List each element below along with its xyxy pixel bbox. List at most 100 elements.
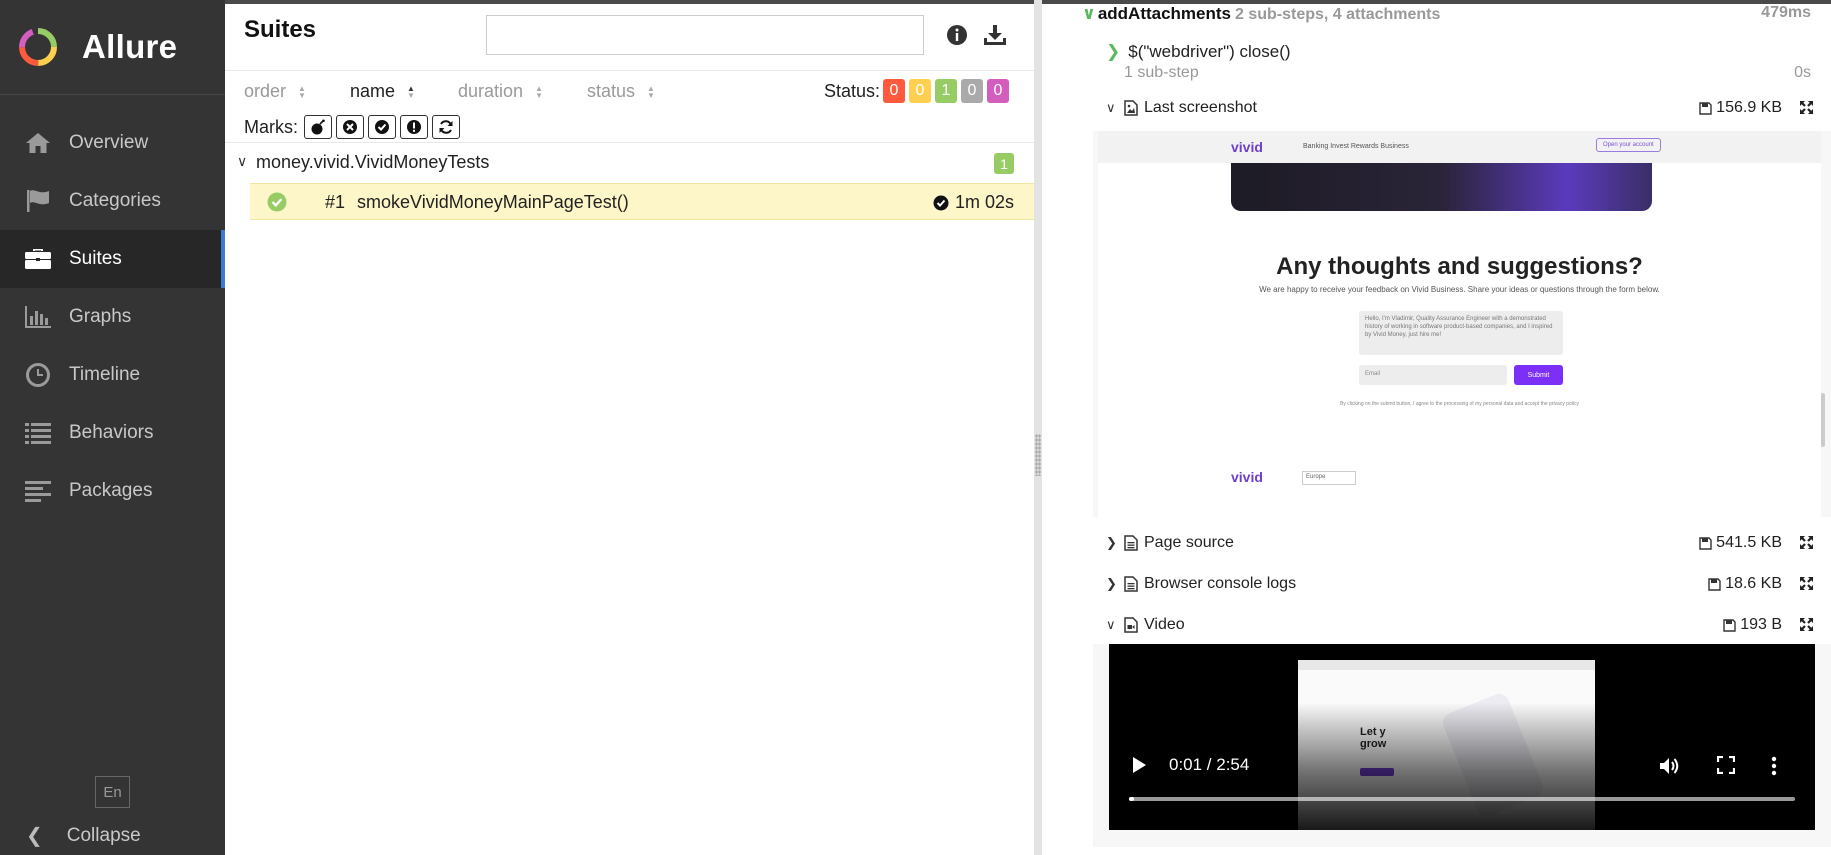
sort-label: duration <box>458 81 524 101</box>
video-file-icon <box>1124 617 1138 633</box>
scrollbar[interactable] <box>1821 393 1825 447</box>
sort-by-name[interactable]: name ▲ ▼ <box>350 81 415 102</box>
sidebar-item-overview[interactable]: Overview <box>0 114 225 172</box>
times-circle-icon <box>343 120 357 134</box>
sort-icon: ▲ ▼ <box>647 83 655 100</box>
duration-value: 1m 02s <box>954 192 1014 212</box>
play-icon[interactable] <box>1131 756 1147 774</box>
sidebar-item-label: Graphs <box>69 306 132 327</box>
expand-icon[interactable] <box>1799 576 1814 596</box>
sort-by-duration[interactable]: duration ▲ ▼ <box>458 81 543 102</box>
substep-name: $("webdriver") close() <box>1128 42 1291 61</box>
attachment-console-logs[interactable]: ❯ Browser console logs 18.6 KB <box>1106 570 1816 598</box>
screenshot-preview[interactable]: vivid Banking Invest Rewards Business Op… <box>1093 131 1831 517</box>
language-button[interactable]: En <box>95 776 130 808</box>
video-progress-bar[interactable] <box>1129 797 1795 801</box>
step-header[interactable]: ∨ addAttachments 2 sub-steps, 4 attachment… <box>1082 4 1440 24</box>
collapse-button[interactable]: ❮ Collapse <box>26 823 141 848</box>
sidebar-nav: Overview Categories Suites Graphs Timeli… <box>0 114 225 520</box>
volume-icon[interactable] <box>1659 756 1681 776</box>
attachment-screenshot[interactable]: ∨ Last screenshot 156.9 KB <box>1106 94 1816 122</box>
sidebar-item-label: Timeline <box>69 364 141 385</box>
substep-time: 0s <box>1794 64 1811 81</box>
status-skipped-badge[interactable]: 0 <box>961 79 983 103</box>
marks-label: Marks: <box>244 116 298 137</box>
search-input[interactable] <box>486 15 924 55</box>
screenshot-heading: Any thoughts and suggestions? <box>1276 253 1643 280</box>
pane-splitter[interactable] <box>1034 0 1042 855</box>
video-progress-fill <box>1129 797 1135 801</box>
more-options-icon[interactable] <box>1771 756 1777 776</box>
flaky-mark-button[interactable] <box>304 115 332 139</box>
step-time: 479ms <box>1761 4 1811 21</box>
sidebar-item-timeline[interactable]: Timeline <box>0 346 225 404</box>
test-name: smokeVividMoneyMainPageTest() <box>357 192 629 212</box>
brand-name: Allure <box>82 28 178 65</box>
home-icon <box>24 129 52 157</box>
sidebar-item-label: Categories <box>69 190 161 211</box>
clock-icon <box>24 361 52 389</box>
attachment-video[interactable]: ∨ Video 193 B <box>1106 611 1816 639</box>
screenshot-submit: Submit <box>1514 365 1563 385</box>
attachment-size: 18.6 KB <box>1708 575 1782 593</box>
attachment-name: Video <box>1144 616 1185 633</box>
screenshot-email: Email <box>1359 365 1507 385</box>
brand[interactable]: Allure <box>0 0 225 95</box>
save-icon <box>1699 536 1712 550</box>
screenshot-image: vivid Banking Invest Rewards Business Op… <box>1098 131 1821 517</box>
new-passed-mark-button[interactable] <box>368 115 396 139</box>
sidebar-item-behaviors[interactable]: Behaviors <box>0 404 225 462</box>
sidebar-item-graphs[interactable]: Graphs <box>0 288 225 346</box>
align-left-icon <box>24 477 52 505</box>
status-failed-badge[interactable]: 0 <box>883 79 905 103</box>
sort-by-status[interactable]: status ▲ ▼ <box>587 81 655 102</box>
fullscreen-icon[interactable] <box>1717 756 1735 774</box>
chevron-down-icon: ∨ <box>1106 100 1116 115</box>
video-time: 0:01 / 2:54 <box>1169 755 1250 774</box>
test-row[interactable]: #1 smokeVividMoneyMainPageTest() 1m 02s <box>250 183 1034 220</box>
exclamation-circle-icon <box>407 120 421 134</box>
step-summary: 2 sub-steps, 4 attachments <box>1235 6 1441 23</box>
briefcase-icon <box>24 245 52 273</box>
list-icon <box>24 419 52 447</box>
text-file-icon <box>1124 576 1138 592</box>
download-icon[interactable] <box>982 22 1008 48</box>
expand-icon[interactable] <box>1799 100 1814 120</box>
info-icon[interactable] <box>944 22 970 48</box>
sidebar-item-label: Behaviors <box>69 422 154 443</box>
attachment-size: 156.9 KB <box>1699 99 1782 117</box>
status-unknown-badge[interactable]: 0 <box>987 79 1009 103</box>
substep-info: 1 sub-step <box>1124 64 1199 81</box>
attachment-page-source[interactable]: ❯ Page source 541.5 KB <box>1106 529 1816 557</box>
screenshot-nav-links: Banking Invest Rewards Business <box>1303 143 1409 150</box>
sidebar-item-packages[interactable]: Packages <box>0 462 225 520</box>
sidebar-item-suites[interactable]: Suites <box>0 230 225 288</box>
new-failed-mark-button[interactable] <box>336 115 364 139</box>
drag-handle-icon[interactable] <box>1035 434 1041 476</box>
attachment-name: Page source <box>1144 534 1234 551</box>
sort-by-order[interactable]: order ▲ ▼ <box>244 81 306 102</box>
status-broken-badge[interactable]: 0 <box>909 79 931 103</box>
sidebar-item-label: Packages <box>69 480 153 501</box>
test-duration: 1m 02s <box>933 192 1014 213</box>
collapse-label: Collapse <box>66 824 141 846</box>
test-number: #1 <box>325 192 346 212</box>
sort-label: order <box>244 81 287 101</box>
attachment-size: 541.5 KB <box>1699 534 1782 552</box>
expand-icon[interactable] <box>1799 617 1814 637</box>
retries-mark-button[interactable] <box>432 115 460 139</box>
bar-chart-icon <box>24 303 52 331</box>
suite-passed-count: 1 <box>994 153 1014 174</box>
expand-icon[interactable] <box>1799 535 1814 555</box>
save-icon <box>1723 618 1736 632</box>
screenshot-region-select: Europe <box>1302 471 1356 485</box>
step-name: addAttachments <box>1097 4 1231 23</box>
new-broken-mark-button[interactable] <box>400 115 428 139</box>
status-passed-badge[interactable]: 1 <box>935 79 957 103</box>
substep-header[interactable]: ❯ $("webdriver") close() <box>1106 42 1291 62</box>
suite-group[interactable]: ∨ money.vivid.VividMoneyTests 1 <box>225 146 1034 180</box>
sidebar-item-categories[interactable]: Categories <box>0 172 225 230</box>
chevron-down-icon: ∨ <box>1082 4 1096 23</box>
video-player[interactable]: Let ygrow 0:01 / 2:54 <box>1093 644 1831 847</box>
chevron-down-icon: ∨ <box>1106 617 1116 632</box>
